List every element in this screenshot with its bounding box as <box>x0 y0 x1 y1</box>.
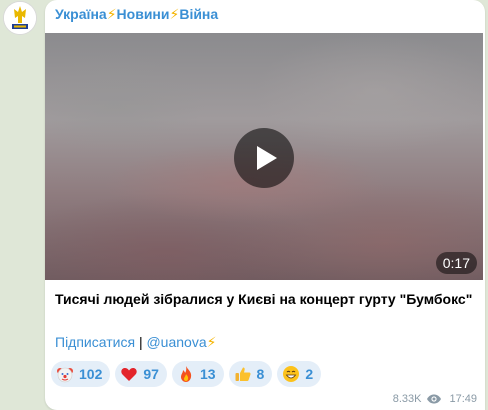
clown-face-icon <box>57 367 73 383</box>
subscribe-separator: | <box>138 334 143 350</box>
view-count: 8.33K <box>392 393 422 405</box>
video-player[interactable]: 0:17 <box>45 33 483 280</box>
play-button[interactable] <box>234 128 294 188</box>
play-icon <box>257 146 277 170</box>
reaction-thumbs-up[interactable]: 8 <box>228 361 273 387</box>
reaction-grin[interactable]: 2 <box>277 361 322 387</box>
eye-icon <box>427 394 442 404</box>
reaction-count: 97 <box>143 366 159 382</box>
channel-name-part: Україна <box>55 6 107 22</box>
message-bubble: Україна⚡Новини⚡Війна 0:17 Тисячі людей з… <box>45 0 485 410</box>
fire-icon <box>180 366 192 382</box>
thumbs-up-icon <box>235 367 251 381</box>
lightning-icon: ⚡ <box>169 6 180 22</box>
reaction-count: 2 <box>305 366 314 382</box>
reaction-clown[interactable]: 102 <box>51 361 111 387</box>
red-heart-icon <box>121 367 138 381</box>
lightning-icon: ⚡ <box>106 6 117 22</box>
channel-name[interactable]: Україна⚡Новини⚡Війна <box>55 6 218 23</box>
subscribe-row: Підписатися | @uanova⚡ <box>55 334 216 351</box>
trident-shield-icon <box>4 2 36 34</box>
reaction-fire[interactable]: 13 <box>171 361 224 387</box>
lightning-icon: ⚡ <box>206 334 217 350</box>
subscribe-link[interactable]: Підписатися <box>55 334 135 350</box>
channel-avatar[interactable] <box>3 1 37 35</box>
grinning-face-icon <box>283 366 300 382</box>
post-headline: Тисячі людей зібралися у Києві на концер… <box>55 291 473 307</box>
channel-handle-link[interactable]: @uanova <box>146 334 206 350</box>
reaction-count: 8 <box>256 366 265 382</box>
channel-name-part: Війна <box>179 6 219 22</box>
reactions-bar: 102 97 13 8 2 <box>51 361 322 387</box>
reaction-count: 102 <box>79 366 103 382</box>
message-meta: 8.33K 17:49 <box>393 393 477 405</box>
reaction-count: 13 <box>199 366 216 382</box>
reaction-heart[interactable]: 97 <box>115 361 167 387</box>
message-time: 17:49 <box>449 393 477 405</box>
video-duration: 0:17 <box>435 252 477 274</box>
channel-name-part: Новини <box>116 6 170 22</box>
